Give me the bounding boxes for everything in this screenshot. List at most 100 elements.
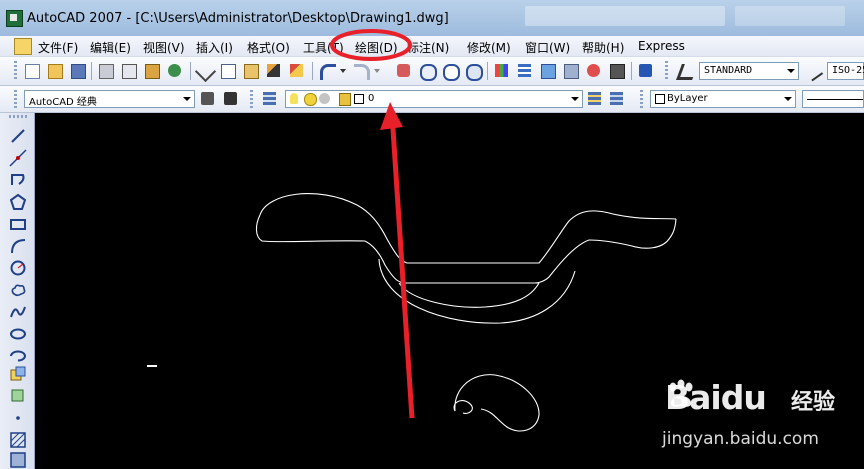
menu-insert[interactable]: 插入(I) <box>196 39 233 56</box>
part-right-end <box>588 218 677 249</box>
gradient-icon[interactable] <box>9 451 27 469</box>
cursor-marker <box>147 365 157 367</box>
toolbar-grip[interactable] <box>665 61 668 79</box>
design-center-icon[interactable] <box>516 62 533 79</box>
rectangle-icon[interactable] <box>9 215 27 233</box>
make-block-icon[interactable] <box>9 387 27 405</box>
undo-dropdown-icon[interactable] <box>338 62 348 79</box>
cut-icon[interactable] <box>194 60 217 83</box>
toolbar-grip[interactable] <box>9 115 27 118</box>
lightbulb-icon[interactable] <box>290 93 298 104</box>
freeze-viewport-icon[interactable] <box>319 93 330 104</box>
dim-style-select[interactable]: ISO-25 <box>827 62 864 80</box>
text-style-icon[interactable] <box>676 62 698 80</box>
autocad-icon[interactable] <box>6 10 23 27</box>
color-value: ByLayer <box>667 93 708 104</box>
menu-window[interactable]: 窗口(W) <box>525 39 570 56</box>
drawing-doc-icon[interactable] <box>14 38 32 55</box>
paw-icon <box>669 379 693 407</box>
layer-manager-icon[interactable] <box>261 90 278 107</box>
chevron-down-icon[interactable] <box>180 92 192 106</box>
point-icon[interactable] <box>9 409 27 427</box>
match-properties-icon[interactable] <box>265 62 282 79</box>
layer-color-swatch <box>354 94 364 104</box>
toolbar-grip[interactable] <box>640 90 643 108</box>
drawing-canvas[interactable]: Baidu 经验 jingyan.baidu.com <box>35 113 864 469</box>
menu-bar: 文件(F) 编辑(E) 视图(V) 插入(I) 格式(O) 工具(T) 绘图(D… <box>0 36 864 56</box>
make-current-layer-icon[interactable] <box>586 90 603 107</box>
zoom-window-icon[interactable] <box>441 62 460 81</box>
workspace-select[interactable]: AutoCAD 经典 <box>24 90 195 108</box>
hatch-icon[interactable] <box>9 431 27 449</box>
menu-help[interactable]: 帮助(H) <box>582 39 624 56</box>
menu-format[interactable]: 格式(O) <box>247 39 290 56</box>
block-editor-icon[interactable] <box>288 62 305 79</box>
sun-icon[interactable] <box>304 93 317 106</box>
pan-icon[interactable] <box>395 62 412 79</box>
dim-style-value: ISO-25 <box>832 65 864 76</box>
workspace-settings-icon[interactable] <box>199 90 216 107</box>
baidu-watermark: Baidu 经验 jingyan.baidu.com <box>662 378 860 466</box>
print-icon[interactable] <box>97 62 114 79</box>
background-window-tab-2 <box>735 6 845 26</box>
menu-edit[interactable]: 编辑(E) <box>90 39 131 56</box>
color-swatch <box>655 94 665 104</box>
help-icon[interactable] <box>637 62 654 79</box>
linetype-sample <box>807 99 863 100</box>
construction-line-icon[interactable] <box>9 149 27 167</box>
linetype-select[interactable] <box>802 90 864 108</box>
layer-previous-icon[interactable] <box>608 90 625 107</box>
layer-select[interactable]: 0 <box>285 90 583 108</box>
spline-icon[interactable] <box>9 303 27 321</box>
publish-web-icon[interactable] <box>166 62 183 79</box>
menu-view[interactable]: 视图(V) <box>143 39 185 56</box>
calculator-icon[interactable] <box>608 62 625 79</box>
publish-icon[interactable] <box>143 62 160 79</box>
text-style-select[interactable]: STANDARD <box>699 62 799 80</box>
part-top-outline <box>259 193 677 264</box>
copy-icon[interactable] <box>219 62 236 79</box>
properties-icon[interactable] <box>493 62 510 79</box>
redo-dropdown-icon[interactable] <box>372 62 382 79</box>
plot-preview-icon[interactable] <box>120 62 137 79</box>
polyline-icon[interactable] <box>9 171 27 189</box>
menu-express[interactable]: Express <box>638 39 685 53</box>
my-workspace-icon[interactable] <box>222 90 239 107</box>
chevron-down-icon[interactable] <box>784 64 796 78</box>
menu-modify[interactable]: 修改(M) <box>467 39 511 56</box>
line-icon[interactable] <box>9 127 27 145</box>
paste-icon[interactable] <box>242 62 259 79</box>
color-select[interactable]: ByLayer <box>650 90 796 108</box>
new-icon[interactable] <box>23 62 40 79</box>
toolbar-grip[interactable] <box>14 90 17 108</box>
revision-cloud-icon[interactable] <box>9 281 27 299</box>
ellipse-arc-icon[interactable] <box>9 347 27 365</box>
menu-file[interactable]: 文件(F) <box>38 39 78 56</box>
toolbar-grip[interactable] <box>14 61 17 79</box>
save-icon[interactable] <box>69 62 86 79</box>
highlight-ellipse <box>330 29 412 61</box>
lock-icon[interactable] <box>339 93 351 106</box>
ellipse-icon[interactable] <box>9 325 27 343</box>
watermark-sub: 经验 <box>791 390 836 415</box>
dim-style-icon[interactable] <box>803 61 824 82</box>
chevron-down-icon[interactable] <box>781 92 793 106</box>
arc-icon[interactable] <box>9 237 27 255</box>
window-title: AutoCAD 2007 - [C:\Users\Administrator\D… <box>27 11 449 26</box>
insert-block-icon[interactable] <box>9 365 27 383</box>
tool-palettes-icon[interactable] <box>539 62 556 79</box>
chevron-down-icon[interactable] <box>568 92 580 106</box>
title-bar: AutoCAD 2007 - [C:\Users\Administrator\D… <box>0 0 864 36</box>
zoom-realtime-icon[interactable] <box>418 62 437 81</box>
sheet-set-icon[interactable] <box>562 62 579 79</box>
markup-icon[interactable] <box>585 62 602 79</box>
zoom-previous-icon[interactable] <box>464 62 483 81</box>
undo-icon[interactable] <box>318 62 336 80</box>
toolbar-grip[interactable] <box>250 90 253 108</box>
circle-icon[interactable] <box>9 259 27 277</box>
polygon-icon[interactable] <box>9 193 27 211</box>
text-style-value: STANDARD <box>704 65 753 76</box>
redo-icon[interactable] <box>352 62 370 80</box>
draw-toolbar <box>0 113 35 469</box>
open-icon[interactable] <box>46 62 63 79</box>
